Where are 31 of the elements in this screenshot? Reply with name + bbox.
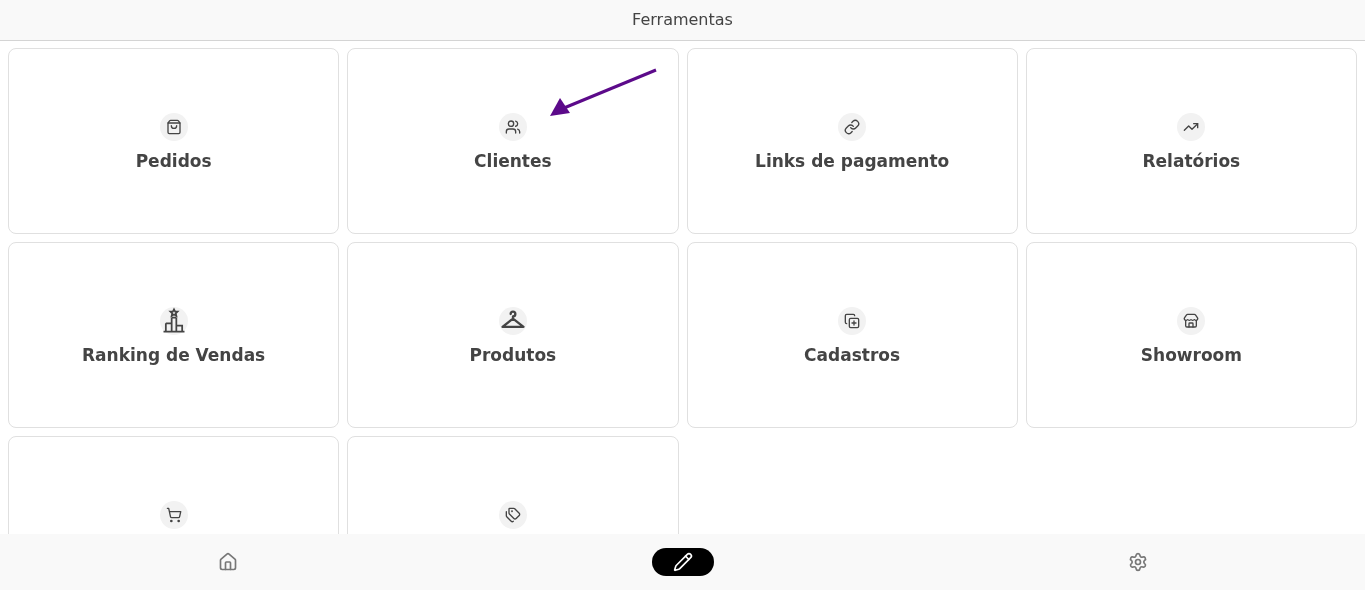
page-title: Ferramentas — [632, 9, 733, 31]
podium-icon — [159, 307, 188, 335]
tool-label: Relatórios — [1142, 150, 1241, 173]
tool-card[interactable]: Produtos — [347, 242, 679, 428]
add-copy-icon — [838, 307, 867, 335]
pencil-icon — [672, 552, 693, 572]
settings-icon — [1127, 552, 1148, 572]
tags-icon — [498, 501, 527, 529]
people-icon — [498, 113, 527, 141]
tool-label: Clientes — [474, 150, 552, 173]
home-icon — [217, 552, 238, 572]
tool-card[interactable]: Ranking de Vendas — [8, 242, 340, 428]
trend-chart-icon — [1177, 113, 1206, 141]
cart-icon — [159, 501, 188, 529]
tool-label: Produtos — [469, 344, 557, 367]
tool-label: Pedidos — [135, 150, 212, 173]
nav-button[interactable] — [651, 548, 714, 576]
tool-label: Showroom — [1140, 344, 1242, 367]
tool-label: Ranking de Vendas — [82, 344, 266, 367]
tool-card[interactable]: Pedidos — [8, 48, 340, 234]
tool-card[interactable]: Links de pagamento — [686, 48, 1018, 234]
tool-label: Links de pagamento — [755, 150, 950, 173]
link-icon — [838, 113, 867, 141]
hanger-icon — [498, 307, 527, 335]
tool-card[interactable]: Clientes — [347, 48, 679, 234]
shopping-bag-icon — [159, 113, 188, 141]
tool-label: Cadastros — [804, 344, 901, 367]
tool-card[interactable]: Cadastros — [686, 242, 1018, 428]
tool-card[interactable]: Relatórios — [1025, 48, 1357, 234]
tool-card[interactable]: Showroom — [1025, 242, 1357, 428]
store-icon — [1177, 307, 1206, 335]
